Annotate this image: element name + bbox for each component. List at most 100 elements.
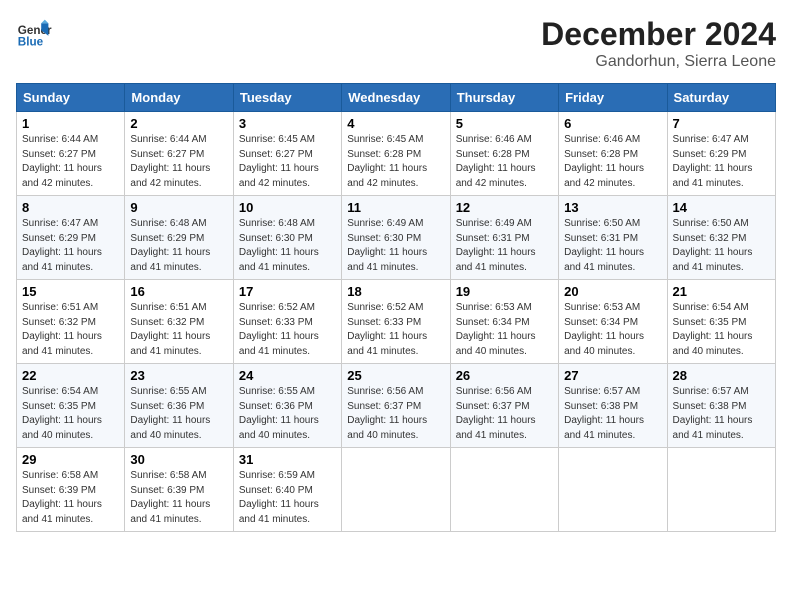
day-number: 28 — [673, 368, 770, 383]
day-number: 3 — [239, 116, 336, 131]
day-number: 21 — [673, 284, 770, 299]
day-info: Sunrise: 6:52 AMSunset: 6:33 PMDaylight:… — [347, 302, 427, 357]
day-number: 27 — [564, 368, 661, 383]
calendar-cell: 25 Sunrise: 6:56 AMSunset: 6:37 PMDaylig… — [342, 364, 450, 448]
calendar-cell: 23 Sunrise: 6:55 AMSunset: 6:36 PMDaylig… — [125, 364, 233, 448]
day-info: Sunrise: 6:45 AMSunset: 6:27 PMDaylight:… — [239, 134, 319, 189]
day-info: Sunrise: 6:58 AMSunset: 6:39 PMDaylight:… — [22, 470, 102, 525]
calendar-header-tuesday: Tuesday — [233, 84, 341, 112]
logo: General Blue — [16, 16, 52, 52]
calendar-cell: 19 Sunrise: 6:53 AMSunset: 6:34 PMDaylig… — [450, 280, 558, 364]
day-number: 4 — [347, 116, 444, 131]
calendar-cell: 6 Sunrise: 6:46 AMSunset: 6:28 PMDayligh… — [559, 112, 667, 196]
calendar-week-3: 15 Sunrise: 6:51 AMSunset: 6:32 PMDaylig… — [17, 280, 776, 364]
day-number: 12 — [456, 200, 553, 215]
calendar-table: SundayMondayTuesdayWednesdayThursdayFrid… — [16, 83, 776, 532]
day-info: Sunrise: 6:55 AMSunset: 6:36 PMDaylight:… — [130, 386, 210, 441]
day-info: Sunrise: 6:52 AMSunset: 6:33 PMDaylight:… — [239, 302, 319, 357]
day-info: Sunrise: 6:55 AMSunset: 6:36 PMDaylight:… — [239, 386, 319, 441]
day-info: Sunrise: 6:46 AMSunset: 6:28 PMDaylight:… — [564, 134, 644, 189]
day-number: 22 — [22, 368, 119, 383]
calendar-week-1: 1 Sunrise: 6:44 AMSunset: 6:27 PMDayligh… — [17, 112, 776, 196]
day-number: 31 — [239, 452, 336, 467]
day-info: Sunrise: 6:49 AMSunset: 6:31 PMDaylight:… — [456, 218, 536, 273]
day-number: 30 — [130, 452, 227, 467]
day-number: 14 — [673, 200, 770, 215]
day-number: 16 — [130, 284, 227, 299]
calendar-cell: 21 Sunrise: 6:54 AMSunset: 6:35 PMDaylig… — [667, 280, 775, 364]
calendar-cell: 1 Sunrise: 6:44 AMSunset: 6:27 PMDayligh… — [17, 112, 125, 196]
calendar-cell: 29 Sunrise: 6:58 AMSunset: 6:39 PMDaylig… — [17, 448, 125, 532]
calendar-cell: 2 Sunrise: 6:44 AMSunset: 6:27 PMDayligh… — [125, 112, 233, 196]
calendar-cell: 10 Sunrise: 6:48 AMSunset: 6:30 PMDaylig… — [233, 196, 341, 280]
day-info: Sunrise: 6:53 AMSunset: 6:34 PMDaylight:… — [456, 302, 536, 357]
day-number: 17 — [239, 284, 336, 299]
day-number: 19 — [456, 284, 553, 299]
day-info: Sunrise: 6:53 AMSunset: 6:34 PMDaylight:… — [564, 302, 644, 357]
calendar-cell: 17 Sunrise: 6:52 AMSunset: 6:33 PMDaylig… — [233, 280, 341, 364]
calendar-cell: 28 Sunrise: 6:57 AMSunset: 6:38 PMDaylig… — [667, 364, 775, 448]
calendar-cell: 14 Sunrise: 6:50 AMSunset: 6:32 PMDaylig… — [667, 196, 775, 280]
calendar-week-2: 8 Sunrise: 6:47 AMSunset: 6:29 PMDayligh… — [17, 196, 776, 280]
calendar-cell: 3 Sunrise: 6:45 AMSunset: 6:27 PMDayligh… — [233, 112, 341, 196]
calendar-week-4: 22 Sunrise: 6:54 AMSunset: 6:35 PMDaylig… — [17, 364, 776, 448]
calendar-header-saturday: Saturday — [667, 84, 775, 112]
logo-icon: General Blue — [16, 16, 52, 52]
calendar-cell: 9 Sunrise: 6:48 AMSunset: 6:29 PMDayligh… — [125, 196, 233, 280]
calendar-header-sunday: Sunday — [17, 84, 125, 112]
day-info: Sunrise: 6:54 AMSunset: 6:35 PMDaylight:… — [673, 302, 753, 357]
day-info: Sunrise: 6:49 AMSunset: 6:30 PMDaylight:… — [347, 218, 427, 273]
day-number: 8 — [22, 200, 119, 215]
day-info: Sunrise: 6:56 AMSunset: 6:37 PMDaylight:… — [456, 386, 536, 441]
day-number: 26 — [456, 368, 553, 383]
calendar-cell: 15 Sunrise: 6:51 AMSunset: 6:32 PMDaylig… — [17, 280, 125, 364]
day-number: 23 — [130, 368, 227, 383]
day-number: 1 — [22, 116, 119, 131]
calendar-cell: 18 Sunrise: 6:52 AMSunset: 6:33 PMDaylig… — [342, 280, 450, 364]
day-info: Sunrise: 6:58 AMSunset: 6:39 PMDaylight:… — [130, 470, 210, 525]
day-info: Sunrise: 6:54 AMSunset: 6:35 PMDaylight:… — [22, 386, 102, 441]
day-info: Sunrise: 6:46 AMSunset: 6:28 PMDaylight:… — [456, 134, 536, 189]
calendar-cell: 16 Sunrise: 6:51 AMSunset: 6:32 PMDaylig… — [125, 280, 233, 364]
day-info: Sunrise: 6:59 AMSunset: 6:40 PMDaylight:… — [239, 470, 319, 525]
day-number: 2 — [130, 116, 227, 131]
calendar-cell — [667, 448, 775, 532]
day-info: Sunrise: 6:47 AMSunset: 6:29 PMDaylight:… — [22, 218, 102, 273]
day-info: Sunrise: 6:57 AMSunset: 6:38 PMDaylight:… — [564, 386, 644, 441]
calendar-cell — [342, 448, 450, 532]
calendar-cell: 8 Sunrise: 6:47 AMSunset: 6:29 PMDayligh… — [17, 196, 125, 280]
day-number: 11 — [347, 200, 444, 215]
calendar-cell: 31 Sunrise: 6:59 AMSunset: 6:40 PMDaylig… — [233, 448, 341, 532]
day-info: Sunrise: 6:51 AMSunset: 6:32 PMDaylight:… — [22, 302, 102, 357]
calendar-cell: 5 Sunrise: 6:46 AMSunset: 6:28 PMDayligh… — [450, 112, 558, 196]
day-number: 10 — [239, 200, 336, 215]
day-info: Sunrise: 6:51 AMSunset: 6:32 PMDaylight:… — [130, 302, 210, 357]
calendar-cell: 13 Sunrise: 6:50 AMSunset: 6:31 PMDaylig… — [559, 196, 667, 280]
calendar-cell — [559, 448, 667, 532]
day-info: Sunrise: 6:56 AMSunset: 6:37 PMDaylight:… — [347, 386, 427, 441]
day-number: 15 — [22, 284, 119, 299]
month-title: December 2024 — [541, 16, 776, 53]
day-number: 18 — [347, 284, 444, 299]
calendar-header-row: SundayMondayTuesdayWednesdayThursdayFrid… — [17, 84, 776, 112]
calendar-header-wednesday: Wednesday — [342, 84, 450, 112]
calendar-cell: 24 Sunrise: 6:55 AMSunset: 6:36 PMDaylig… — [233, 364, 341, 448]
day-info: Sunrise: 6:48 AMSunset: 6:30 PMDaylight:… — [239, 218, 319, 273]
day-number: 7 — [673, 116, 770, 131]
calendar-cell: 12 Sunrise: 6:49 AMSunset: 6:31 PMDaylig… — [450, 196, 558, 280]
calendar-header-thursday: Thursday — [450, 84, 558, 112]
day-number: 13 — [564, 200, 661, 215]
day-number: 6 — [564, 116, 661, 131]
calendar-header-friday: Friday — [559, 84, 667, 112]
location-title: Gandorhun, Sierra Leone — [541, 53, 776, 71]
day-info: Sunrise: 6:47 AMSunset: 6:29 PMDaylight:… — [673, 134, 753, 189]
calendar-cell: 27 Sunrise: 6:57 AMSunset: 6:38 PMDaylig… — [559, 364, 667, 448]
calendar-cell: 20 Sunrise: 6:53 AMSunset: 6:34 PMDaylig… — [559, 280, 667, 364]
calendar-cell: 11 Sunrise: 6:49 AMSunset: 6:30 PMDaylig… — [342, 196, 450, 280]
title-area: December 2024 Gandorhun, Sierra Leone — [541, 16, 776, 71]
calendar-cell: 26 Sunrise: 6:56 AMSunset: 6:37 PMDaylig… — [450, 364, 558, 448]
page-header: General Blue December 2024 Gandorhun, Si… — [16, 16, 776, 71]
day-info: Sunrise: 6:45 AMSunset: 6:28 PMDaylight:… — [347, 134, 427, 189]
calendar-cell: 30 Sunrise: 6:58 AMSunset: 6:39 PMDaylig… — [125, 448, 233, 532]
day-number: 9 — [130, 200, 227, 215]
